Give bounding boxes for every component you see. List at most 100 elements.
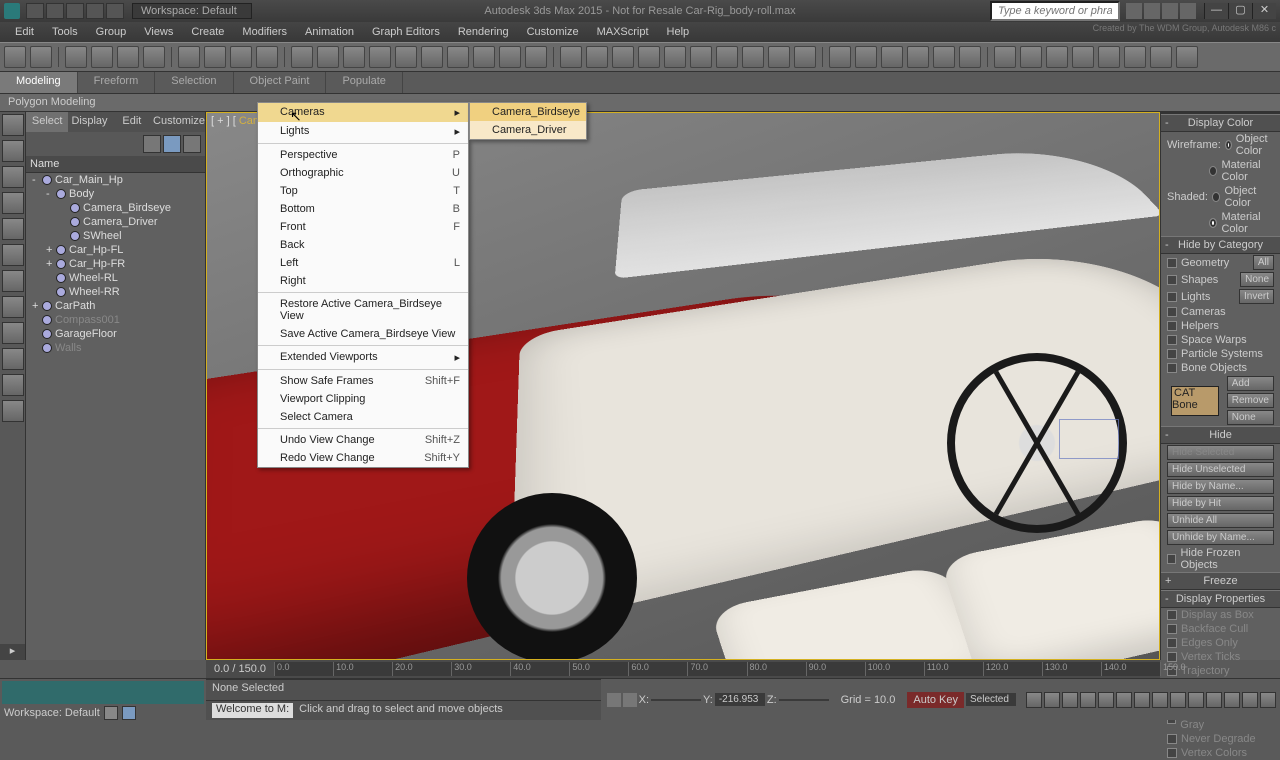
- key-mode-selector[interactable]: Selected: [966, 693, 1016, 706]
- menu-item[interactable]: Viewport Clipping: [258, 390, 468, 408]
- all-button[interactable]: All: [1253, 255, 1274, 270]
- explorer-tool-icon[interactable]: [183, 135, 201, 153]
- snap-icon[interactable]: [623, 693, 637, 707]
- menu-maxscript[interactable]: MAXScript: [588, 26, 658, 38]
- tree-item[interactable]: Walls: [26, 341, 205, 355]
- tree-item[interactable]: -Car_Main_Hp: [26, 173, 205, 187]
- toolbar-button[interactable]: [612, 46, 634, 68]
- menu-animation[interactable]: Animation: [296, 26, 363, 38]
- toolbar-button[interactable]: [143, 46, 165, 68]
- tree-item[interactable]: +Car_Hp-FR: [26, 257, 205, 271]
- playback-button[interactable]: [1152, 692, 1168, 708]
- ribbon-tab[interactable]: Freeform: [78, 72, 156, 93]
- invert-button[interactable]: Invert: [1239, 289, 1274, 304]
- menu-graph editors[interactable]: Graph Editors: [363, 26, 449, 38]
- filter-icon[interactable]: [2, 192, 24, 214]
- ws-icon[interactable]: [104, 706, 118, 720]
- rollout-header[interactable]: +Freeze: [1161, 572, 1280, 590]
- playback-button[interactable]: [1134, 692, 1150, 708]
- menu-item[interactable]: BottomB: [258, 200, 468, 218]
- toolbar-button[interactable]: [369, 46, 391, 68]
- menu-item[interactable]: LeftL: [258, 254, 468, 272]
- tree-item[interactable]: Compass001: [26, 313, 205, 327]
- playback-button[interactable]: [1026, 692, 1042, 708]
- toolbar-button[interactable]: [256, 46, 278, 68]
- filter-icon[interactable]: [2, 218, 24, 240]
- menu-item[interactable]: Select Camera: [258, 408, 468, 426]
- menu-item[interactable]: Save Active Camera_Birdseye View: [258, 325, 468, 343]
- menu-item[interactable]: Undo View ChangeShift+Z: [258, 431, 468, 449]
- toolbar-button[interactable]: [664, 46, 686, 68]
- rollout-header[interactable]: -Hide by Category: [1161, 236, 1280, 254]
- ribbon-tab[interactable]: Selection: [155, 72, 233, 93]
- filter-icon[interactable]: [2, 296, 24, 318]
- toolbar-button[interactable]: [1020, 46, 1042, 68]
- submenu-item[interactable]: Camera_Driver: [470, 121, 586, 139]
- filter-icon[interactable]: [2, 270, 24, 292]
- menu-item[interactable]: FrontF: [258, 218, 468, 236]
- toolbar-button[interactable]: [1124, 46, 1146, 68]
- checkbox[interactable]: [1167, 554, 1176, 564]
- x-field[interactable]: [651, 699, 701, 701]
- menu-edit[interactable]: Edit: [6, 26, 43, 38]
- filter-icon[interactable]: [2, 114, 24, 136]
- lock-icon[interactable]: [607, 693, 621, 707]
- rollout-header[interactable]: -Hide: [1161, 426, 1280, 444]
- tree-item[interactable]: Wheel-RR: [26, 285, 205, 299]
- ribbon-tab[interactable]: Object Paint: [234, 72, 327, 93]
- info-icon[interactable]: [1144, 3, 1160, 19]
- rollout-header[interactable]: -Display Color: [1161, 114, 1280, 132]
- playback-button[interactable]: [1116, 692, 1132, 708]
- toolbar-button[interactable]: [690, 46, 712, 68]
- menu-create[interactable]: Create: [182, 26, 233, 38]
- hide-by-hit-button[interactable]: Hide by Hit: [1167, 496, 1274, 511]
- menu-item[interactable]: TopT: [258, 182, 468, 200]
- explorer-tool-icon[interactable]: [143, 135, 161, 153]
- toolbar-button[interactable]: [291, 46, 313, 68]
- checkbox[interactable]: [1167, 349, 1177, 359]
- radio[interactable]: [1225, 140, 1232, 150]
- playback-button[interactable]: [1242, 692, 1258, 708]
- remove-button[interactable]: Remove: [1227, 393, 1274, 408]
- ribbon-tab[interactable]: Modeling: [0, 72, 78, 93]
- star-icon[interactable]: [1162, 3, 1178, 19]
- toolbar-button[interactable]: [1072, 46, 1094, 68]
- unhide-all-button[interactable]: Unhide All: [1167, 513, 1274, 528]
- submenu-item[interactable]: Camera_Birdseye: [470, 103, 586, 121]
- workspace-selector[interactable]: Workspace: Default: [132, 3, 252, 19]
- toolbar-button[interactable]: [1046, 46, 1068, 68]
- toolbar-button[interactable]: [230, 46, 252, 68]
- filter-icon[interactable]: [2, 244, 24, 266]
- toolbar-icon[interactable]: [66, 3, 84, 19]
- tree-item[interactable]: Camera_Birdseye: [26, 201, 205, 215]
- menu-item[interactable]: PerspectiveP: [258, 146, 468, 164]
- menu-item[interactable]: Extended Viewports▸: [258, 348, 468, 367]
- toolbar-button[interactable]: [855, 46, 877, 68]
- unhide-by-name-button[interactable]: Unhide by Name...: [1167, 530, 1274, 545]
- filter-icon[interactable]: [2, 374, 24, 396]
- menu-item[interactable]: Show Safe FramesShift+F: [258, 372, 468, 390]
- timeline[interactable]: 0.0 / 150.0 0.010.020.030.040.050.060.07…: [206, 660, 1160, 678]
- tree-item[interactable]: GarageFloor: [26, 327, 205, 341]
- explorer-tool-icon[interactable]: [163, 135, 181, 153]
- toolbar-button[interactable]: [473, 46, 495, 68]
- toolbar-button[interactable]: [4, 46, 26, 68]
- toolbar-button[interactable]: [933, 46, 955, 68]
- menu-customize[interactable]: Customize: [518, 26, 588, 38]
- playback-button[interactable]: [1260, 692, 1276, 708]
- toolbar-button[interactable]: [91, 46, 113, 68]
- toolbar-icon[interactable]: [106, 3, 124, 19]
- filter-icon[interactable]: [2, 140, 24, 162]
- tree-item[interactable]: SWheel: [26, 229, 205, 243]
- toolbar-button[interactable]: [447, 46, 469, 68]
- toolbar-icon[interactable]: [46, 3, 64, 19]
- z-field[interactable]: [779, 699, 829, 701]
- expand-icon[interactable]: ▸: [0, 644, 25, 660]
- checkbox[interactable]: [1167, 275, 1177, 285]
- menu-help[interactable]: Help: [658, 26, 699, 38]
- menu-item[interactable]: Lights▸: [258, 122, 468, 141]
- radio[interactable]: [1209, 166, 1217, 176]
- tree-item[interactable]: +Car_Hp-FL: [26, 243, 205, 257]
- minimize-button[interactable]: —: [1204, 3, 1228, 19]
- menu-tools[interactable]: Tools: [43, 26, 87, 38]
